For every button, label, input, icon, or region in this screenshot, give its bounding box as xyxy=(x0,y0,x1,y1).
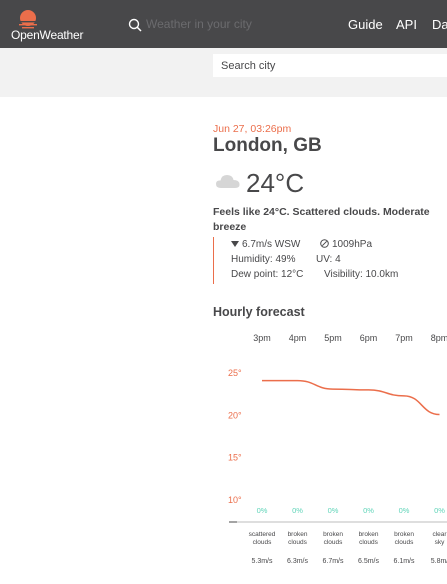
condition-label-line2: clouds xyxy=(288,539,308,546)
hour-label: 6pm xyxy=(360,333,378,343)
precipitation-label: 0% xyxy=(399,506,410,515)
pressure-cell: 1009hPa xyxy=(320,239,372,250)
condition-label-line1: scattered xyxy=(249,531,276,538)
precipitation-label: 0% xyxy=(328,506,339,515)
city-name: London, GB xyxy=(213,135,322,156)
precipitation-label: 0% xyxy=(434,506,445,515)
wind-direction-icon xyxy=(231,241,239,247)
current-temperature: 24°C xyxy=(246,168,305,198)
hourly-forecast-chart: 3pm 4pm 5pm 6pm 7pm 8pm 25° 20° 15° 10° 0% 0% 0% 0% 0%… xyxy=(228,333,447,565)
dew-point-value: Dew point: 12°C xyxy=(231,269,304,280)
city-search-input[interactable] xyxy=(213,54,447,77)
y-tick-label: 15° xyxy=(228,453,242,463)
hour-label: 3pm xyxy=(253,333,271,343)
weather-details: 6.7m/s WSW 1009hPa Humidity: 49% UV: 4 D… xyxy=(213,237,447,284)
nav-api[interactable]: API xyxy=(396,17,417,32)
search-icon[interactable] xyxy=(128,18,142,32)
top-navbar: OpenWeather Guide API Da xyxy=(0,0,447,48)
header-search xyxy=(128,13,328,35)
y-tick-label: 10° xyxy=(228,495,242,505)
weather-summary: Feels like 24°C. Scattered clouds. Moder… xyxy=(213,206,430,233)
condition-label-line1: clear xyxy=(432,531,447,538)
visibility-value: Visibility: 10.0km xyxy=(324,269,399,280)
condition-label-line2: sky xyxy=(435,539,446,546)
wind-speed-label: 5.3m/s xyxy=(251,558,273,565)
openweather-logo[interactable]: OpenWeather xyxy=(10,7,90,43)
wind-speed-label: 5.8m/ xyxy=(431,558,447,565)
pressure-icon xyxy=(320,239,329,248)
uv-value: UV: 4 xyxy=(316,254,341,265)
hour-label: 7pm xyxy=(395,333,413,343)
condition-label-line1: broken xyxy=(394,531,414,538)
city-search-box xyxy=(213,54,447,77)
precipitation-label: 0% xyxy=(257,506,268,515)
precipitation-label: 0% xyxy=(292,506,303,515)
y-tick-label: 20° xyxy=(228,410,242,420)
wind-speed-label: 6.5m/s xyxy=(358,558,380,565)
wind-value: 6.7m/s WSW xyxy=(242,239,301,250)
condition-label-line2: clouds xyxy=(324,539,344,546)
logo-text: OpenWeather xyxy=(11,28,84,42)
hour-label: 5pm xyxy=(324,333,342,343)
hourly-forecast-title: Hourly forecast xyxy=(213,305,305,319)
condition-label-line2: clouds xyxy=(253,539,273,546)
humidity-value: Humidity: 49% xyxy=(231,254,296,265)
wind-speed-label: 6.3m/s xyxy=(287,558,309,565)
nav-guide[interactable]: Guide xyxy=(348,17,383,32)
precipitation-label: 0% xyxy=(363,506,374,515)
header-search-input[interactable] xyxy=(146,13,316,35)
wind-speed-label: 6.7m/s xyxy=(322,558,344,565)
condition-label-line1: broken xyxy=(359,531,379,538)
nav-dashboard[interactable]: Da xyxy=(432,17,447,32)
sun-logo-icon xyxy=(17,10,39,29)
wind-speed-label: 6.1m/s xyxy=(393,558,415,565)
condition-label-line2: clouds xyxy=(395,539,415,546)
condition-label-line1: broken xyxy=(323,531,343,538)
current-date: Jun 27, 03:26pm xyxy=(213,123,292,135)
hour-label: 4pm xyxy=(289,333,307,343)
cloud-icon xyxy=(216,175,240,188)
condition-label-line2: clouds xyxy=(359,539,379,546)
hour-label: 8pm xyxy=(431,333,447,343)
wind-cell: 6.7m/s WSW xyxy=(231,239,300,250)
y-tick-label: 25° xyxy=(228,368,242,378)
condition-label-line1: broken xyxy=(288,531,308,538)
temperature-line xyxy=(262,379,440,416)
pressure-value: 1009hPa xyxy=(332,239,373,250)
